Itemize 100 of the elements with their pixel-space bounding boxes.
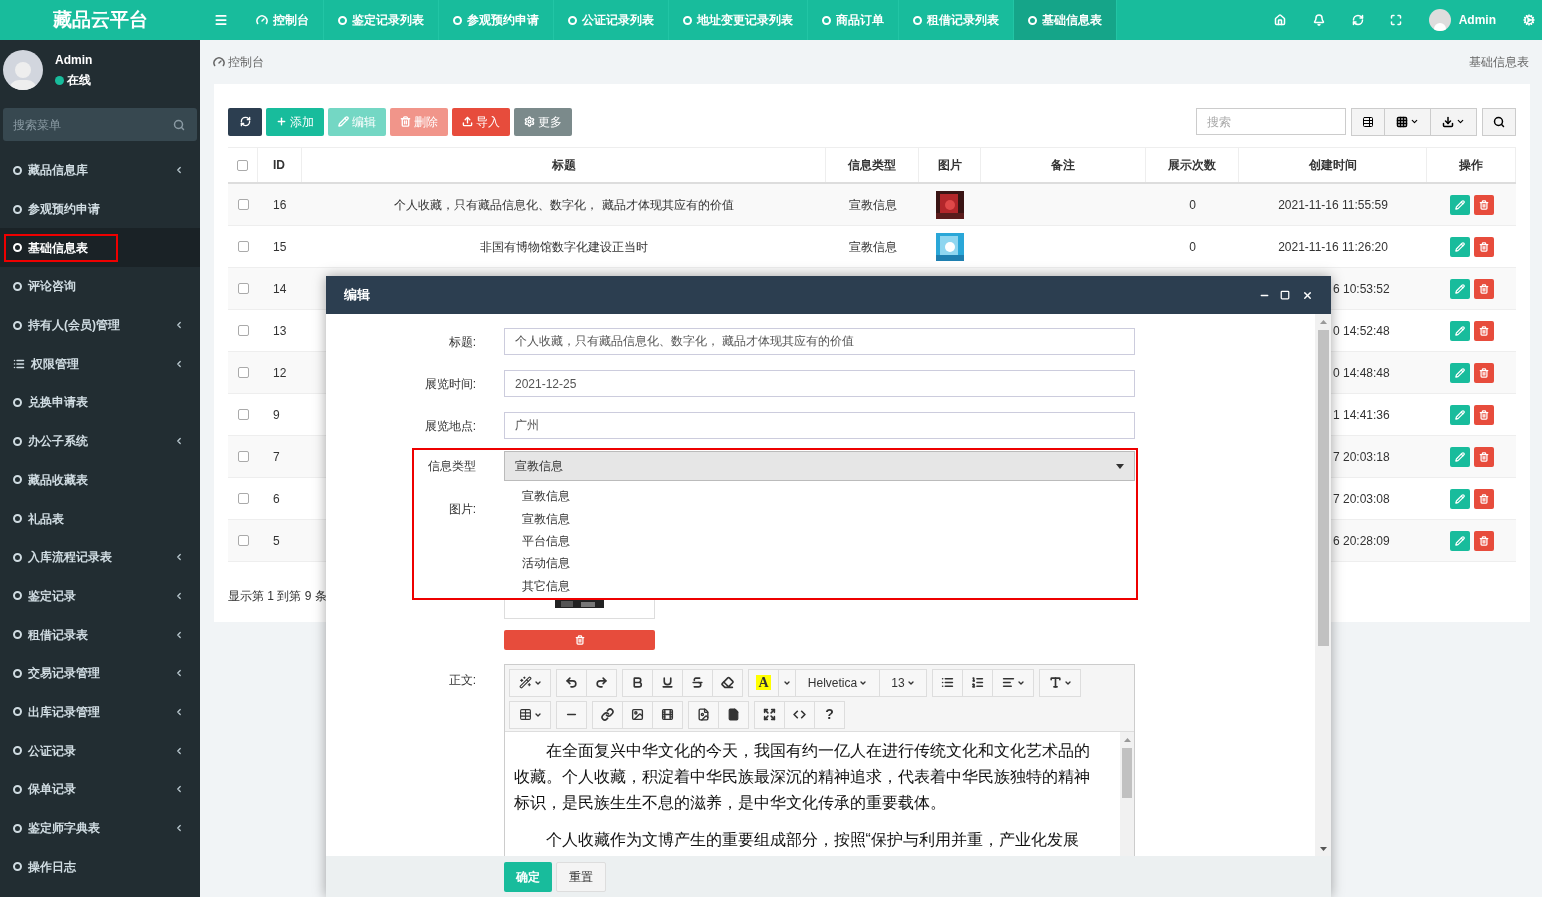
close-icon[interactable]	[1302, 289, 1313, 301]
bold-button[interactable]	[622, 668, 653, 697]
image-file-button[interactable]	[688, 700, 719, 729]
delete-button[interactable]	[1473, 404, 1494, 425]
checkbox[interactable]	[237, 159, 248, 171]
checkbox[interactable]	[237, 199, 249, 210]
text-field[interactable]: 个人收藏，只有藏品信息化、数字化， 藏品才体现其应有的价值	[504, 328, 1135, 355]
import-button[interactable]: 导入	[452, 107, 510, 136]
sidebar-item[interactable]: 办公子系统	[0, 421, 200, 461]
sidebar-item[interactable]: 参观预约申请	[0, 189, 200, 229]
checkbox[interactable]	[237, 283, 249, 294]
sidebar-item[interactable]: 鉴定师字典表	[0, 808, 200, 848]
search-field[interactable]: 搜索	[1196, 108, 1346, 135]
sidebar-item[interactable]: 藏品信息库	[0, 151, 200, 190]
export-button[interactable]	[1431, 107, 1477, 136]
underline-button[interactable]	[652, 668, 683, 697]
video-button[interactable]	[652, 700, 683, 729]
font-dropdown[interactable]: Helvetica	[795, 668, 880, 697]
sidebar-item[interactable]: 鉴定记录	[0, 576, 200, 616]
color-dropdown[interactable]	[778, 668, 796, 697]
sidebar-item[interactable]: 交易记录管理	[0, 653, 200, 693]
delete-button[interactable]	[1473, 194, 1494, 215]
refresh-button[interactable]	[228, 107, 262, 136]
columns-button[interactable]	[1385, 107, 1431, 136]
text-height-button[interactable]	[1039, 668, 1081, 697]
delete-button[interactable]	[1473, 362, 1494, 383]
checkbox[interactable]	[237, 493, 249, 504]
strikethrough-button[interactable]	[682, 668, 713, 697]
size-dropdown[interactable]: 13	[879, 668, 927, 697]
bullet-list-button[interactable]	[932, 668, 963, 697]
dropdown-option[interactable]: 平台信息	[504, 529, 1135, 553]
image-button[interactable]	[622, 700, 653, 729]
code-icon	[793, 708, 806, 722]
fullscreen-button[interactable]	[754, 700, 785, 729]
sidebar-item[interactable]: 礼品表	[0, 499, 200, 538]
clear-format-button[interactable]	[712, 668, 743, 697]
scrollbar-thumb[interactable]	[1317, 330, 1329, 646]
checkbox[interactable]	[237, 535, 249, 546]
scroll-up-icon[interactable]	[1319, 320, 1327, 324]
help-button[interactable]: ?	[814, 700, 845, 729]
delete-image-button[interactable]	[504, 629, 655, 650]
delete-button[interactable]	[1473, 488, 1494, 509]
edit-button[interactable]	[1449, 404, 1470, 425]
text-field[interactable]: 广州	[504, 412, 1135, 439]
highlight-button[interactable]: A	[748, 668, 779, 697]
sidebar-item[interactable]: 兑换申请表	[0, 383, 200, 422]
code-button[interactable]	[784, 700, 815, 729]
numbered-list-button[interactable]	[962, 668, 993, 697]
undo-button[interactable]	[556, 668, 587, 697]
checkbox[interactable]	[237, 367, 249, 378]
maximize-icon[interactable]	[1280, 290, 1290, 300]
sidebar-item[interactable]: 权限管理	[0, 344, 200, 384]
edit-button[interactable]	[1449, 488, 1470, 509]
sidebar-item[interactable]: 基础信息表	[0, 228, 200, 268]
align-button[interactable]	[992, 668, 1034, 697]
checkbox[interactable]	[237, 409, 249, 420]
delete-button[interactable]	[1473, 278, 1494, 299]
breadcrumb-link[interactable]: 控制台	[228, 53, 264, 71]
delete-button[interactable]	[1473, 320, 1494, 341]
checkbox[interactable]	[237, 241, 249, 252]
sidebar-item[interactable]: 入库流程记录表	[0, 537, 200, 577]
list-view-button[interactable]	[1351, 107, 1385, 136]
checkbox[interactable]	[237, 451, 249, 462]
sidebar-item[interactable]: 公证记录	[0, 731, 200, 770]
dropdown-option[interactable]: 宣教信息	[504, 485, 1135, 508]
reset-button[interactable]: 重置	[556, 861, 606, 892]
link-button[interactable]	[592, 700, 623, 729]
sidebar-item[interactable]: 租借记录表	[0, 615, 200, 654]
file-button[interactable]	[718, 700, 749, 729]
style-button[interactable]	[509, 668, 551, 697]
search-button[interactable]	[1482, 107, 1516, 136]
sidebar-item[interactable]: 藏品收藏表	[0, 460, 200, 500]
edit-button[interactable]	[1449, 446, 1470, 467]
scroll-up-icon[interactable]	[1123, 737, 1131, 742]
sidebar-item[interactable]: 出库记录管理	[0, 692, 200, 732]
sidebar-item[interactable]: 持有人(会员)管理	[0, 305, 200, 345]
edit-button[interactable]	[1449, 278, 1470, 299]
dropdown-option[interactable]: 其它信息	[504, 574, 1135, 597]
dropdown-option[interactable]: 宣教信息	[504, 507, 1135, 530]
table-button[interactable]	[509, 700, 551, 729]
sidebar-item[interactable]: 操作日志	[0, 847, 200, 887]
more-button[interactable]: 更多	[514, 107, 572, 136]
sidebar-item[interactable]: 评论咨询	[0, 267, 200, 306]
delete-button[interactable]	[1473, 236, 1494, 257]
sidebar-item[interactable]: 保单记录	[0, 770, 200, 809]
text-field[interactable]: 2021-12-25	[504, 370, 1135, 397]
edit-button[interactable]	[1449, 530, 1470, 551]
delete-button[interactable]	[1473, 446, 1494, 467]
select-field[interactable]: 宣教信息	[504, 451, 1135, 481]
search-field[interactable]: 搜索菜单	[3, 108, 197, 141]
redo-button[interactable]	[586, 668, 617, 697]
dropdown-option[interactable]: 活动信息	[504, 552, 1135, 575]
checkbox[interactable]	[237, 325, 249, 336]
delete-button[interactable]	[1473, 530, 1494, 551]
scrollbar-thumb[interactable]	[1122, 747, 1132, 798]
edit-button[interactable]	[1449, 362, 1470, 383]
edit-button[interactable]	[1449, 320, 1470, 341]
edit-button[interactable]	[1449, 194, 1470, 215]
edit-button[interactable]	[1449, 236, 1470, 257]
scroll-down-icon[interactable]	[1319, 847, 1327, 851]
